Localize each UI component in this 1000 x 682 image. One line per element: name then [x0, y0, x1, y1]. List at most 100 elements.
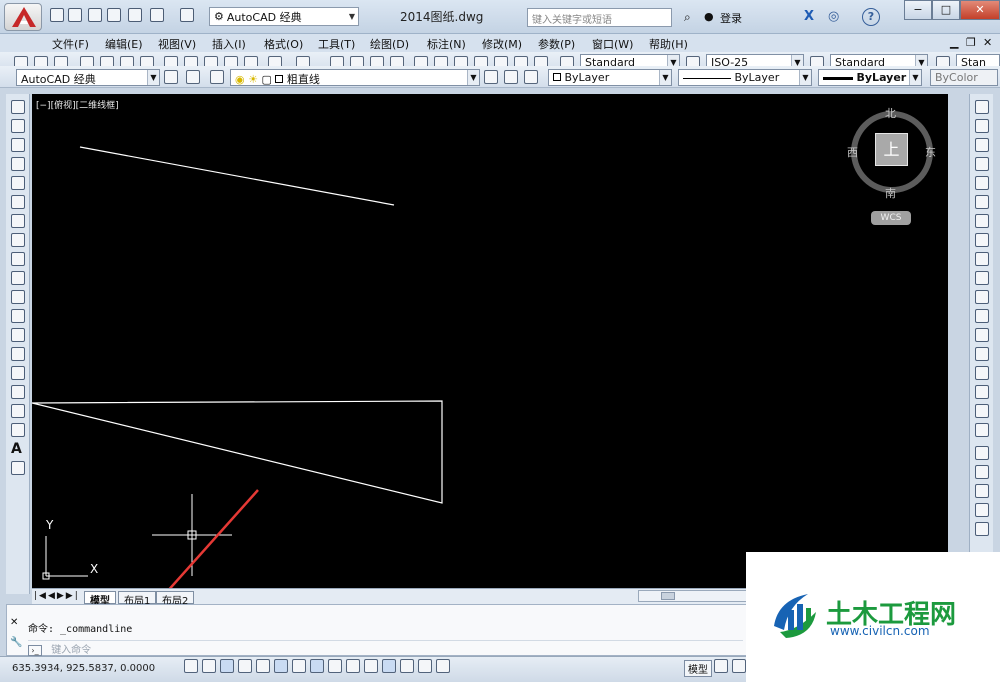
compass-south[interactable]: 南 — [885, 185, 896, 201]
command-input[interactable]: ›_ 键入命令 — [28, 640, 743, 656]
point-icon[interactable] — [11, 347, 25, 361]
tab-layout2[interactable]: 布局2 — [156, 591, 195, 607]
tab-layout1[interactable]: 布局1 — [118, 591, 157, 607]
line-icon[interactable] — [11, 100, 25, 114]
quick-view-layouts-icon[interactable] — [714, 659, 728, 673]
viewport-controls-label[interactable]: [−][俯视][二维线框] — [36, 98, 119, 111]
menu-tools[interactable]: 工具(T) — [318, 36, 355, 52]
lineweight-icon[interactable] — [364, 659, 378, 673]
table-icon[interactable] — [11, 423, 25, 437]
drawn-line[interactable] — [79, 146, 395, 206]
menu-edit[interactable]: 编辑(E) — [105, 36, 143, 52]
drawing-canvas[interactable]: [−][俯视][二维线框] Y X — [32, 94, 948, 588]
wrench-icon[interactable]: 🔧 — [10, 637, 22, 648]
layer-state-icon[interactable] — [524, 70, 538, 84]
menu-file[interactable]: 文件(F) — [52, 36, 89, 52]
rectangle-icon[interactable] — [11, 176, 25, 190]
color-select[interactable]: ByLayer ▼ — [548, 69, 672, 86]
hatch-icon[interactable] — [11, 366, 25, 380]
viewcube-top-face[interactable]: 上 — [875, 133, 908, 166]
menu-help[interactable]: 帮助(H) — [649, 36, 688, 52]
bring-to-front-icon[interactable] — [975, 465, 989, 479]
menu-view[interactable]: 视图(V) — [158, 36, 196, 52]
close-button[interactable]: ✕ — [960, 0, 1000, 20]
save-icon[interactable] — [88, 8, 102, 22]
lineweight-select[interactable]: ByLayer ▼ — [818, 69, 922, 86]
viewcube[interactable]: 上 北 南 东 西 WCS — [847, 103, 937, 233]
dynamic-ucs-icon[interactable] — [328, 659, 342, 673]
make-current-icon[interactable] — [484, 70, 498, 84]
make-block-icon[interactable] — [11, 328, 25, 342]
binoculars-icon[interactable]: ⌕ — [684, 10, 691, 25]
workspace-switcher[interactable]: ⚙ AutoCAD 经典 ▼ — [209, 7, 359, 26]
tab-navigation-arrows[interactable]: |◀◀▶▶| — [34, 591, 80, 601]
array-icon[interactable] — [975, 176, 989, 190]
compass-east[interactable]: 东 — [925, 144, 936, 160]
redo-icon[interactable] — [180, 8, 194, 22]
mirror-icon[interactable] — [975, 138, 989, 152]
doc-minimize-button[interactable]: ▁ — [950, 36, 958, 49]
layer-select[interactable]: ◉ ☀ ▢ 粗直线 ▼ — [230, 69, 480, 86]
multiline-text-icon[interactable]: A — [11, 442, 25, 456]
gradient-icon[interactable] — [11, 385, 25, 399]
dynamic-input-icon[interactable] — [346, 659, 360, 673]
plot-icon[interactable] — [128, 8, 142, 22]
chamfer-icon[interactable] — [975, 366, 989, 380]
extract-icon[interactable] — [186, 70, 200, 84]
login-link[interactable]: 登录 — [720, 10, 742, 26]
scale-icon[interactable] — [975, 233, 989, 247]
layer-properties-icon[interactable] — [210, 70, 224, 84]
tab-model[interactable]: 模型 — [84, 591, 116, 607]
menu-format[interactable]: 格式(O) — [264, 36, 303, 52]
snap-mode-icon[interactable] — [202, 659, 216, 673]
command-prompt-icon[interactable]: ›_ — [28, 645, 42, 656]
close-command-icon[interactable]: ✕ — [10, 617, 18, 628]
3d-object-snap-icon[interactable] — [292, 659, 306, 673]
spline-icon[interactable] — [11, 252, 25, 266]
transparency-icon[interactable] — [382, 659, 396, 673]
construction-line-icon[interactable] — [11, 119, 25, 133]
arc-icon[interactable] — [11, 195, 25, 209]
blend-curves-icon[interactable] — [975, 404, 989, 418]
menu-draw[interactable]: 绘图(D) — [370, 36, 409, 52]
send-under-icon[interactable] — [975, 522, 989, 536]
exchange-icon[interactable]: X — [804, 9, 814, 24]
maximize-button[interactable]: □ — [932, 0, 960, 20]
rotate-icon[interactable] — [975, 214, 989, 228]
erase-icon[interactable] — [975, 100, 989, 114]
compass-west[interactable]: 西 — [847, 144, 858, 160]
ellipse-icon[interactable] — [11, 271, 25, 285]
bring-above-icon[interactable] — [975, 503, 989, 517]
draw-order-icon[interactable] — [975, 446, 989, 460]
polyline-icon[interactable] — [11, 138, 25, 152]
menu-modify[interactable]: 修改(M) — [482, 36, 522, 52]
doc-restore-button[interactable]: ❐ — [966, 36, 976, 49]
ellipse-arc-icon[interactable] — [11, 290, 25, 304]
move-icon[interactable] — [975, 195, 989, 209]
stretch-icon[interactable] — [975, 252, 989, 266]
circle-icon[interactable] — [11, 214, 25, 228]
revision-cloud-icon[interactable] — [11, 233, 25, 247]
scrollbar-thumb[interactable] — [661, 592, 675, 600]
trim-icon[interactable] — [975, 271, 989, 285]
open-file-icon[interactable] — [68, 8, 82, 22]
drawn-polyline[interactable] — [32, 400, 443, 504]
polar-tracking-icon[interactable] — [256, 659, 270, 673]
annotation-monitor-icon[interactable] — [436, 659, 450, 673]
add-selected-icon[interactable] — [11, 461, 25, 475]
region-icon[interactable] — [11, 404, 25, 418]
insert-block-icon[interactable] — [11, 309, 25, 323]
break-icon[interactable] — [975, 328, 989, 342]
search-input[interactable]: 键入关键字或短语 — [527, 8, 672, 27]
stay-connected-icon[interactable]: ◎ — [828, 9, 839, 24]
polygon-icon[interactable] — [11, 157, 25, 171]
send-to-back-icon[interactable] — [975, 484, 989, 498]
ortho-mode-icon[interactable] — [238, 659, 252, 673]
new-file-icon[interactable] — [50, 8, 64, 22]
undo-icon[interactable] — [150, 8, 164, 22]
menu-insert[interactable]: 插入(I) — [212, 36, 246, 52]
menu-window[interactable]: 窗口(W) — [592, 36, 633, 52]
model-space-button[interactable]: 模型 — [684, 660, 712, 677]
linetype-select[interactable]: ByLayer ▼ — [678, 69, 812, 86]
doc-close-button[interactable]: ✕ — [983, 36, 992, 49]
